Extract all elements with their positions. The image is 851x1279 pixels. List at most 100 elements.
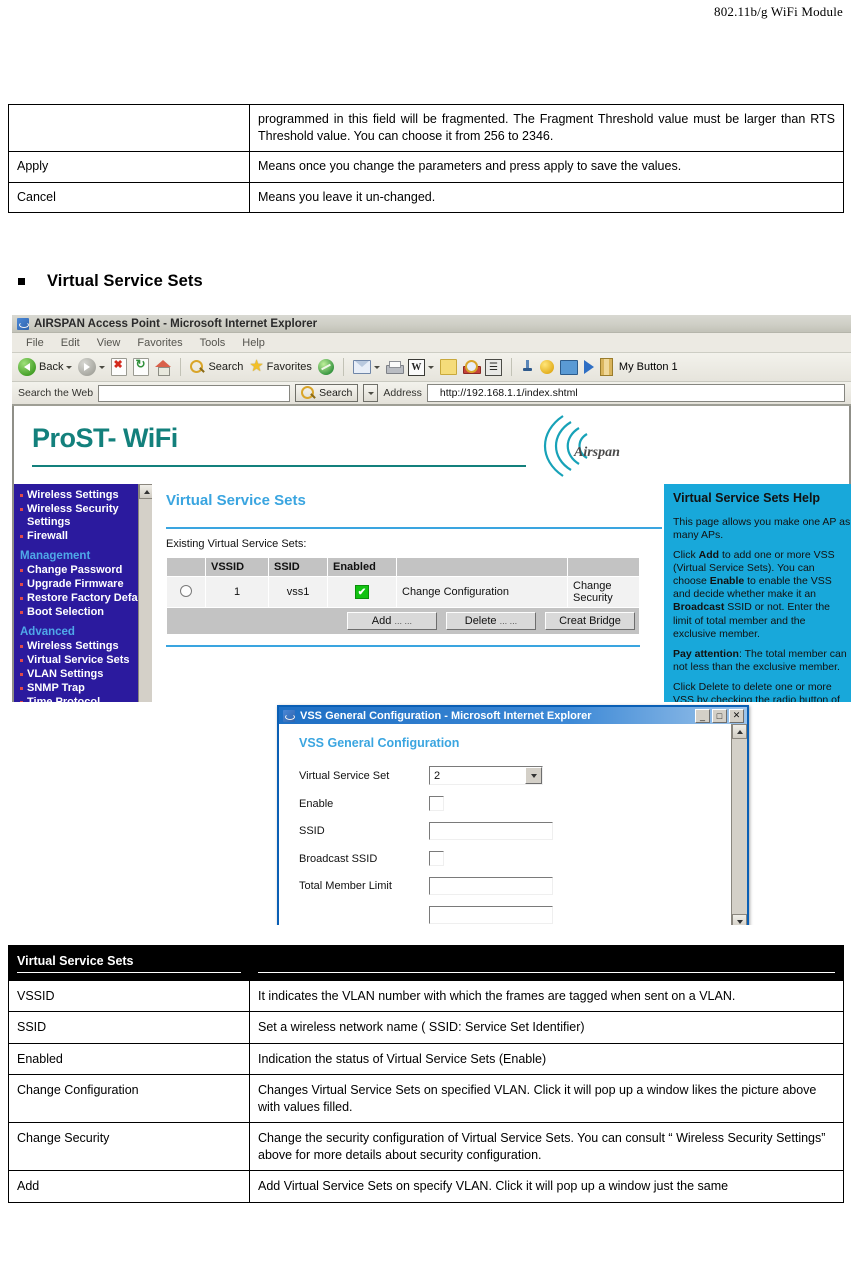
- close-button[interactable]: ✕: [729, 708, 744, 723]
- delete-button[interactable]: Delete ... ...: [445, 612, 536, 630]
- minimize-button[interactable]: _: [695, 708, 710, 723]
- total-member-limit-input[interactable]: [429, 877, 553, 895]
- row-key: Enabled: [8, 1042, 250, 1075]
- sidebar-item-label: Restore Factory Default: [27, 591, 152, 604]
- chevron-up-icon: [143, 489, 150, 494]
- help-panel-title: Virtual Service Sets Help: [673, 491, 821, 505]
- bullet-square-icon: [18, 278, 25, 285]
- virtual-service-set-select[interactable]: 2: [429, 766, 543, 785]
- help-text: Click: [673, 548, 699, 561]
- help-paragraph-attention: Pay attention: The total member can not …: [673, 648, 851, 674]
- menu-tools[interactable]: Tools: [200, 337, 226, 349]
- field-ssid: SSID: [299, 822, 731, 840]
- pin-icon[interactable]: [521, 359, 534, 375]
- enable-checkbox[interactable]: [429, 796, 444, 811]
- home-icon[interactable]: [155, 360, 172, 376]
- sidebar-item-wireless-security-settings[interactable]: Wireless Security Settings: [20, 503, 152, 529]
- smiley-icon[interactable]: [539, 360, 554, 374]
- toolbar-favorites-button[interactable]: ★ Favorites: [249, 358, 312, 375]
- stop-icon[interactable]: [111, 358, 128, 376]
- ssid-input[interactable]: [429, 822, 553, 840]
- media-icon[interactable]: [317, 359, 334, 375]
- sidebar-item-virtual-service-sets[interactable]: Virtual Service Sets: [20, 654, 152, 667]
- row-key: Apply: [8, 151, 250, 183]
- maximize-button[interactable]: □: [712, 708, 727, 723]
- help-bold-attention: Pay attention: [673, 647, 739, 660]
- column-vssid: VSSID: [205, 557, 269, 577]
- help-bold-add: Add: [698, 548, 720, 561]
- address-input[interactable]: http://192.168.1.1/index.shtml: [426, 384, 845, 402]
- menu-help[interactable]: Help: [242, 337, 265, 349]
- row-description-text: Indication the status of Virtual Service…: [258, 1051, 547, 1066]
- my-button-1-label[interactable]: My Button 1: [619, 361, 678, 373]
- menu-view[interactable]: View: [97, 337, 121, 349]
- edit-word-button[interactable]: W: [407, 358, 434, 376]
- play-icon[interactable]: [583, 360, 594, 374]
- sidebar-item-change-password[interactable]: Change Password: [20, 564, 152, 577]
- toolbar-search-button[interactable]: Search: [190, 359, 243, 375]
- column-enabled: Enabled: [327, 557, 397, 577]
- cell-ssid: vss1: [268, 576, 328, 608]
- scroll-up-button[interactable]: [139, 484, 152, 499]
- sidebar-scrollbar[interactable]: [138, 484, 152, 702]
- change-security-link[interactable]: Change Security: [567, 576, 640, 608]
- create-bridge-button[interactable]: Creat Bridge: [545, 612, 635, 630]
- row-description: Indication the status of Virtual Service…: [249, 1042, 844, 1075]
- help-paragraph-intro: This page allows you make one AP as many…: [673, 515, 851, 541]
- print-icon[interactable]: [385, 360, 404, 374]
- row-radio-cell[interactable]: [166, 576, 206, 608]
- back-button[interactable]: Back: [18, 358, 73, 376]
- sidebar-item-boot-selection[interactable]: Boot Selection: [20, 606, 152, 619]
- refresh-icon[interactable]: [133, 357, 150, 376]
- back-button-label: Back: [39, 361, 64, 373]
- web-search-input[interactable]: [98, 384, 291, 402]
- dialog-scrollbar[interactable]: [731, 724, 747, 925]
- cell-enabled: ✔: [327, 576, 397, 608]
- sidebar-item-restore-factory-default[interactable]: Restore Factory Default: [20, 592, 152, 605]
- sidebar-item-snmp-trap[interactable]: SNMP Trap: [20, 682, 152, 695]
- delete-button-dots: ... ...: [499, 616, 518, 626]
- chevron-down-icon: [427, 365, 434, 369]
- broadcast-ssid-checkbox[interactable]: [429, 851, 444, 866]
- add-button[interactable]: Add ... ...: [346, 612, 437, 630]
- add-button-dots: ... ...: [394, 616, 412, 626]
- airspan-logo: Airspan: [519, 412, 639, 480]
- chevron-down-icon[interactable]: [525, 767, 542, 784]
- table-row: SSID Set a wireless network name ( SSID:…: [8, 1011, 844, 1044]
- scroll-up-button[interactable]: [732, 724, 747, 739]
- field-partial-row: [299, 906, 731, 924]
- highlighter-icon[interactable]: [599, 358, 613, 376]
- help-paragraph-add: Click Add to add one or more VSS (Virtua…: [673, 549, 851, 641]
- star-icon: ★: [249, 358, 264, 375]
- table-row: Change Configuration Changes Virtual Ser…: [8, 1074, 844, 1123]
- notes-icon[interactable]: [439, 359, 457, 375]
- change-configuration-link[interactable]: Change Configuration: [396, 576, 568, 608]
- menu-edit[interactable]: Edit: [61, 337, 80, 349]
- forward-button[interactable]: [78, 358, 106, 376]
- messenger-icon[interactable]: ☰: [484, 358, 502, 376]
- table-header-row: VSSID SSID Enabled: [166, 557, 640, 577]
- row-key: Cancel: [8, 181, 250, 213]
- sidebar-item-advanced-wireless-settings[interactable]: Wireless Settings: [20, 640, 152, 653]
- sidebar-item-upgrade-firmware[interactable]: Upgrade Firmware: [20, 578, 152, 591]
- monitor-icon[interactable]: [559, 359, 578, 375]
- additional-input[interactable]: [429, 906, 553, 924]
- field-enable: Enable: [299, 796, 731, 811]
- sidebar-item-time-protocol[interactable]: Time Protocol: [20, 696, 152, 702]
- sidebar-item-firewall[interactable]: Firewall: [20, 530, 152, 543]
- sidebar-item-vlan-settings[interactable]: VLAN Settings: [20, 668, 152, 681]
- dialog-window-controls: _ □ ✕: [695, 708, 747, 723]
- menu-favorites[interactable]: Favorites: [137, 337, 182, 349]
- menu-file[interactable]: File: [26, 337, 44, 349]
- vss-radio-button[interactable]: [180, 584, 192, 597]
- field-label: Broadcast SSID: [299, 852, 378, 865]
- sidebar-item-wireless-settings[interactable]: Wireless Settings: [20, 489, 152, 502]
- content-bottom-divider: [166, 645, 640, 647]
- search-dropdown-button[interactable]: [363, 384, 379, 402]
- back-arrow-icon: [18, 358, 36, 376]
- web-search-button[interactable]: Search: [295, 384, 359, 402]
- research-icon[interactable]: [462, 360, 481, 374]
- mail-button[interactable]: [352, 360, 380, 374]
- scroll-down-button[interactable]: [732, 914, 747, 925]
- search-icon: [190, 359, 205, 375]
